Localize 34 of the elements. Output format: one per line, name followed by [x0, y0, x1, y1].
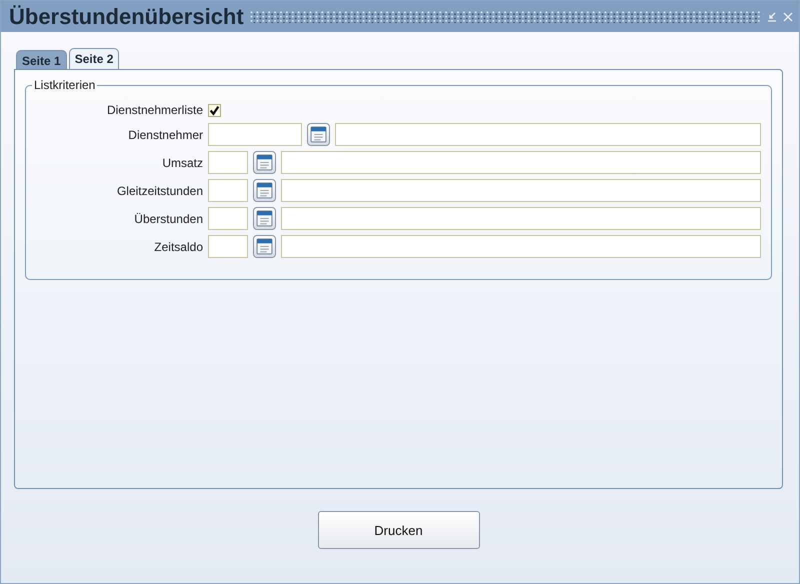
input-field[interactable] — [208, 207, 248, 230]
input-field[interactable] — [208, 235, 248, 258]
list-icon — [256, 182, 273, 199]
field-label: Umsatz — [161, 156, 203, 170]
print-button[interactable]: Drucken — [318, 511, 480, 549]
checkbox-label: Dienstnehmerliste — [106, 103, 203, 117]
window-title: Überstundenübersicht — [9, 4, 244, 30]
list-icon — [256, 210, 273, 227]
input-field[interactable] — [208, 179, 248, 202]
list-icon — [256, 238, 273, 255]
list-icon — [310, 126, 327, 143]
lookup-button[interactable] — [253, 207, 276, 230]
minimize-icon[interactable] — [767, 12, 777, 22]
lookup-button[interactable] — [253, 235, 276, 258]
field-label: Zeitsaldo — [153, 240, 203, 254]
input-field[interactable] — [281, 179, 761, 202]
input-field[interactable] — [281, 151, 761, 174]
input-field[interactable] — [208, 151, 248, 174]
list-icon — [256, 154, 273, 171]
field-label: Dienstnehmer — [127, 128, 203, 142]
input-field[interactable] — [335, 123, 761, 146]
tab[interactable]: Seite 2 — [68, 48, 120, 69]
input-field[interactable] — [281, 207, 761, 230]
group-title: Listkriterien — [32, 78, 98, 92]
tab[interactable]: Seite 1 — [16, 50, 67, 69]
lookup-button[interactable] — [253, 151, 276, 174]
field-label: Überstunden — [133, 212, 203, 226]
lookup-button[interactable] — [307, 123, 330, 146]
close-icon[interactable] — [783, 12, 793, 22]
checkbox[interactable] — [208, 104, 221, 116]
lookup-button[interactable] — [253, 179, 276, 202]
field-label: Gleitzeitstunden — [116, 184, 203, 198]
input-field[interactable] — [208, 123, 302, 146]
input-field[interactable] — [281, 235, 761, 258]
